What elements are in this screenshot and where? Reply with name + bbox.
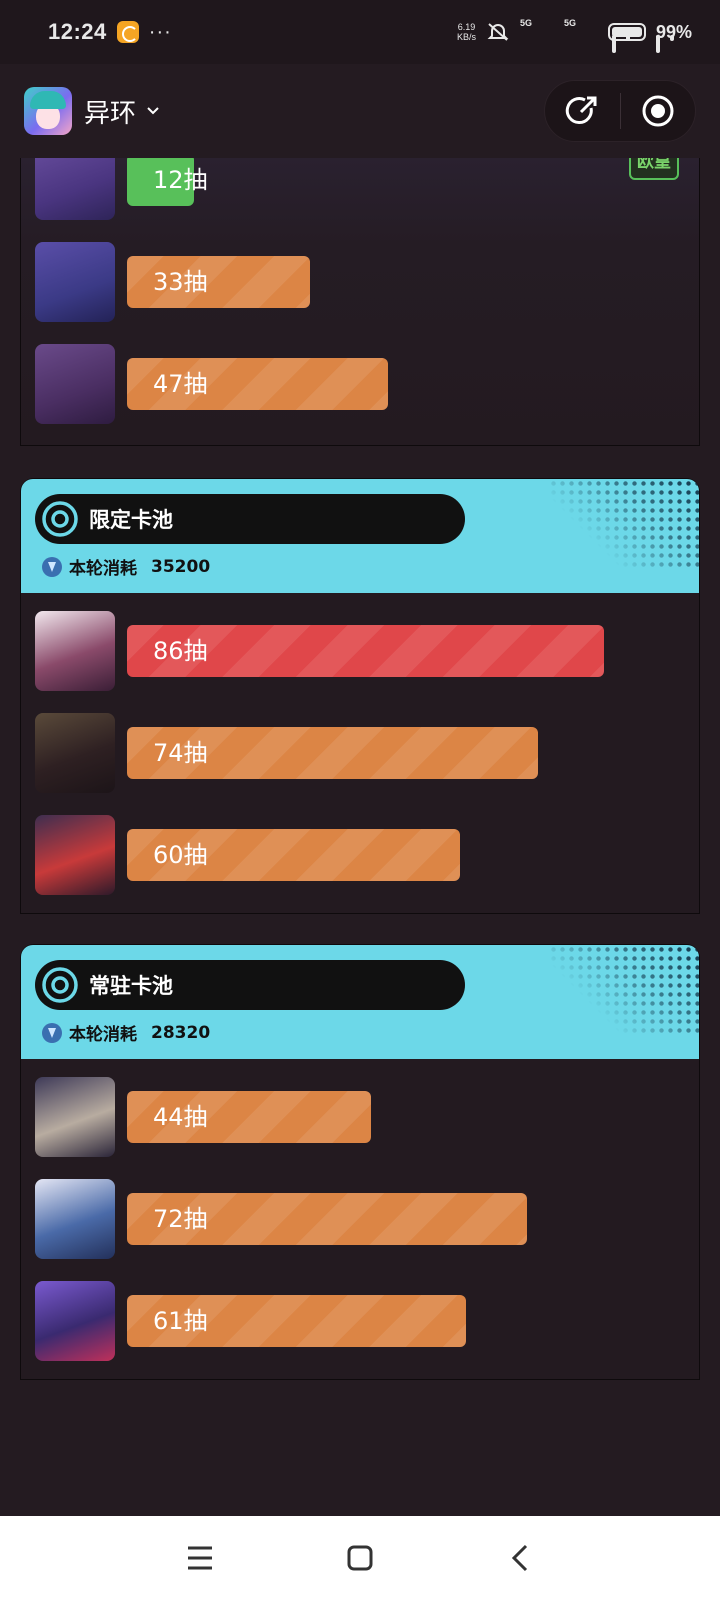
pull-count-label: 86抽 bbox=[153, 637, 208, 665]
pull-record-row[interactable]: 86抽 bbox=[35, 611, 685, 691]
status-time: 12:24 bbox=[48, 19, 107, 44]
network-type-1: 5G bbox=[519, 18, 532, 28]
round-consumption: 本轮消耗 35200 bbox=[41, 554, 210, 579]
pull-count-bar: 47抽 bbox=[127, 358, 388, 410]
pull-count-label: 74抽 bbox=[153, 739, 208, 767]
network-speed: 6.19 KB/s bbox=[457, 22, 476, 42]
pull-count-bar: 74抽 bbox=[127, 727, 538, 779]
character-6-avatar bbox=[35, 1281, 115, 1361]
record-circle-icon bbox=[642, 95, 674, 127]
consumption-value: 35200 bbox=[151, 556, 211, 577]
menu-button[interactable] bbox=[180, 1538, 220, 1578]
limited-pool-panel: 限定卡池 本轮消耗 35200 86抽 74抽 60抽 bbox=[20, 478, 700, 914]
back-button[interactable] bbox=[500, 1538, 540, 1578]
more-notifications-icon: ··· bbox=[148, 20, 172, 43]
target-icon bbox=[42, 501, 78, 537]
target-icon bbox=[42, 967, 78, 1003]
pull-count-label: 72抽 bbox=[153, 1205, 208, 1233]
signal-icon-1: 5G bbox=[519, 18, 630, 53]
game-switcher-label[interactable]: 异环 bbox=[84, 93, 136, 130]
pull-record-row[interactable]: 61抽 bbox=[35, 1281, 685, 1361]
pool-title-pill: 常驻卡池 bbox=[35, 960, 465, 1010]
system-nav-bar bbox=[0, 1516, 720, 1600]
standard-pool-panel: 常驻卡池 本轮消耗 28320 44抽 72抽 61抽 bbox=[20, 944, 700, 1380]
pull-count-bar: 33抽 bbox=[127, 256, 310, 308]
pull-count-bar: 72抽 bbox=[127, 1193, 527, 1245]
consumption-label: 本轮消耗 bbox=[69, 559, 137, 579]
network-type-2: 5G bbox=[563, 18, 576, 28]
core-item-b-thumbnail bbox=[35, 242, 115, 322]
pull-record-row[interactable]: 47抽 bbox=[35, 344, 685, 424]
pull-count-label: 61抽 bbox=[153, 1307, 208, 1335]
home-square-icon bbox=[347, 1545, 373, 1571]
pull-record-row[interactable]: 44抽 bbox=[35, 1077, 685, 1157]
character-2-avatar bbox=[35, 713, 115, 793]
chevron-down-icon[interactable] bbox=[146, 104, 160, 118]
pull-count-label: 47抽 bbox=[153, 370, 208, 398]
lucky-badge: 欧皇 bbox=[629, 158, 679, 180]
pull-count-label: 60抽 bbox=[153, 841, 208, 869]
pull-count-label: 33抽 bbox=[153, 268, 208, 296]
pull-count-bar: 12抽 bbox=[127, 158, 208, 206]
gacha-records-scroll[interactable]: 12抽 欧皇 33抽 47抽 限定卡池 本轮消耗 35200 86抽 74抽 6… bbox=[0, 158, 720, 1516]
pull-count-label: 44抽 bbox=[153, 1103, 208, 1131]
pool-title-pill: 限定卡池 bbox=[35, 494, 465, 544]
pool-title: 限定卡池 bbox=[89, 508, 173, 532]
pull-count-bar: 60抽 bbox=[127, 829, 460, 881]
pull-record-row[interactable]: 33抽 bbox=[35, 242, 685, 322]
character-1-avatar bbox=[35, 611, 115, 691]
pull-record-row[interactable]: 72抽 bbox=[35, 1179, 685, 1259]
home-button[interactable] bbox=[340, 1538, 380, 1578]
network-speed-unit: KB/s bbox=[456, 32, 476, 42]
pull-count-bar: 44抽 bbox=[127, 1091, 371, 1143]
pull-record-row[interactable]: 12抽 欧皇 bbox=[35, 158, 685, 220]
mute-bell-icon bbox=[487, 23, 509, 41]
dot-pattern-decoration bbox=[549, 479, 699, 569]
mini-program-capsule bbox=[544, 80, 696, 142]
battery-percent: 99% bbox=[655, 21, 692, 42]
game-avatar[interactable] bbox=[24, 87, 72, 135]
pull-count-label: 12抽 bbox=[153, 166, 208, 194]
signal-icon-2: 5G bbox=[563, 18, 674, 53]
character-4-avatar bbox=[35, 1077, 115, 1157]
pull-count-bar: 86抽 bbox=[127, 625, 604, 677]
share-icon bbox=[566, 96, 597, 124]
pull-record-row[interactable]: 74抽 bbox=[35, 713, 685, 793]
consumption-value: 28320 bbox=[151, 1022, 211, 1043]
pull-record-row[interactable]: 60抽 bbox=[35, 815, 685, 895]
battery-icon bbox=[607, 23, 646, 41]
network-speed-value: 6.19 bbox=[457, 22, 476, 32]
character-5-avatar bbox=[35, 1179, 115, 1259]
notification-app-icon bbox=[116, 21, 139, 43]
currency-icon bbox=[42, 556, 62, 577]
character-3-avatar bbox=[35, 815, 115, 895]
scrolled-pool-panel: 12抽 欧皇 33抽 47抽 bbox=[20, 158, 700, 446]
app-header: 异环 bbox=[0, 64, 720, 158]
pool-header: 限定卡池 本轮消耗 35200 bbox=[21, 479, 699, 593]
back-chevron-icon bbox=[511, 1544, 528, 1572]
round-consumption: 本轮消耗 28320 bbox=[41, 1020, 210, 1045]
currency-icon bbox=[42, 1022, 62, 1043]
share-button[interactable] bbox=[545, 81, 620, 141]
consumption-label: 本轮消耗 bbox=[69, 1025, 137, 1045]
close-button[interactable] bbox=[621, 81, 696, 141]
pull-count-bar: 61抽 bbox=[127, 1295, 466, 1347]
pool-title: 常驻卡池 bbox=[89, 974, 173, 998]
dot-pattern-decoration bbox=[549, 945, 699, 1035]
status-bar: 12:24 ··· 6.19 KB/s 5G 5G 99% bbox=[0, 0, 720, 64]
core-item-c-thumbnail bbox=[35, 344, 115, 424]
core-item-a-thumbnail bbox=[35, 158, 115, 220]
menu-icon bbox=[188, 1546, 212, 1570]
pool-header: 常驻卡池 本轮消耗 28320 bbox=[21, 945, 699, 1059]
